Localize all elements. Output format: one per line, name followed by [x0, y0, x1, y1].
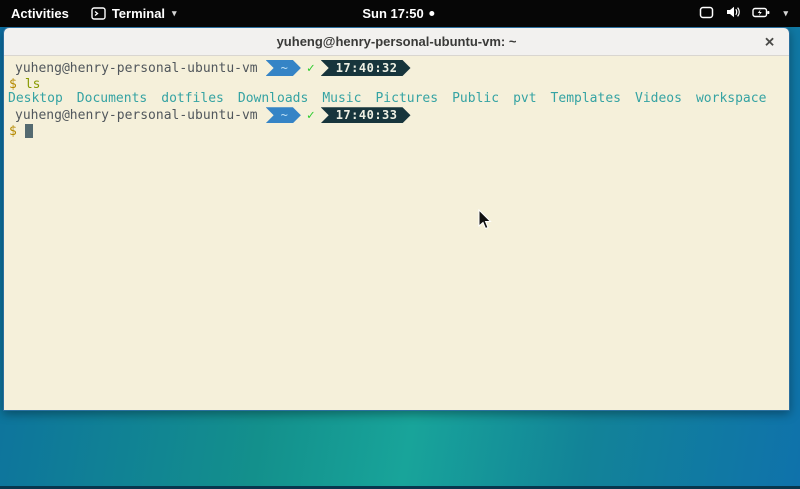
top-bar: Activities Terminal ▾ Sun 17:50 — [0, 0, 800, 27]
activities-button[interactable]: Activities — [0, 0, 80, 27]
volume-icon — [725, 5, 741, 22]
directory-entry: dotfiles — [161, 91, 224, 106]
prompt-line: yuheng@henry-personal-ubuntu-vm ~ ✓ 17:4… — [8, 107, 785, 123]
prompt-symbol: $ — [8, 77, 17, 92]
app-menu-label: Terminal — [112, 6, 165, 21]
system-tray-menu[interactable]: ▾ — [687, 0, 800, 27]
directory-entry: Templates — [551, 91, 621, 106]
directory-entry: pvt — [513, 91, 536, 106]
input-line: $ — [8, 124, 785, 139]
directory-entry: Music — [322, 91, 361, 106]
prompt-path-segment: ~ — [266, 107, 301, 123]
prompt-user-host: yuheng@henry-personal-ubuntu-vm — [8, 61, 266, 76]
prompt-time-segment: 17:40:33 — [321, 107, 411, 123]
command-text: ls — [25, 77, 41, 92]
clock-label: Sun 17:50 — [362, 6, 423, 21]
directory-entry: Desktop — [8, 91, 63, 106]
terminal-content[interactable]: yuheng@henry-personal-ubuntu-vm ~ ✓ 17:4… — [4, 56, 789, 410]
window-title: yuheng@henry-personal-ubuntu-vm: ~ — [277, 34, 517, 49]
prompt-symbol: $ — [8, 124, 17, 139]
battery-charging-icon — [752, 6, 771, 22]
directory-entry: Public — [452, 91, 499, 106]
terminal-window: yuheng@henry-personal-ubuntu-vm: ~ ✕ yuh… — [3, 27, 790, 411]
chevron-down-icon: ▾ — [172, 8, 177, 19]
screen-icon — [699, 6, 714, 22]
check-icon: ✓ — [307, 61, 315, 76]
prompt-line: yuheng@henry-personal-ubuntu-vm ~ ✓ 17:4… — [8, 60, 785, 76]
chevron-down-icon: ▾ — [783, 8, 788, 19]
window-titlebar[interactable]: yuheng@henry-personal-ubuntu-vm: ~ ✕ — [4, 28, 789, 56]
app-menu-terminal[interactable]: Terminal ▾ — [80, 0, 188, 27]
prompt-time-segment: 17:40:32 — [321, 60, 411, 76]
ls-output-line: Desktop Documents dotfiles Downloads Mus… — [8, 92, 785, 107]
prompt-path-segment: ~ — [266, 60, 301, 76]
directory-entry: Downloads — [238, 91, 308, 106]
check-icon: ✓ — [307, 108, 315, 123]
notification-dot — [430, 11, 435, 16]
terminal-cursor — [25, 124, 33, 138]
directory-entry: Pictures — [375, 91, 438, 106]
directory-entry: Videos — [635, 91, 682, 106]
clock-button[interactable]: Sun 17:50 — [362, 0, 434, 27]
prompt-user-host: yuheng@henry-personal-ubuntu-vm — [8, 108, 266, 123]
close-button[interactable]: ✕ — [764, 35, 775, 48]
terminal-icon — [91, 7, 106, 20]
command-line: $ ls — [8, 77, 785, 92]
directory-entry: workspace — [696, 91, 766, 106]
directory-entry: Documents — [77, 91, 147, 106]
